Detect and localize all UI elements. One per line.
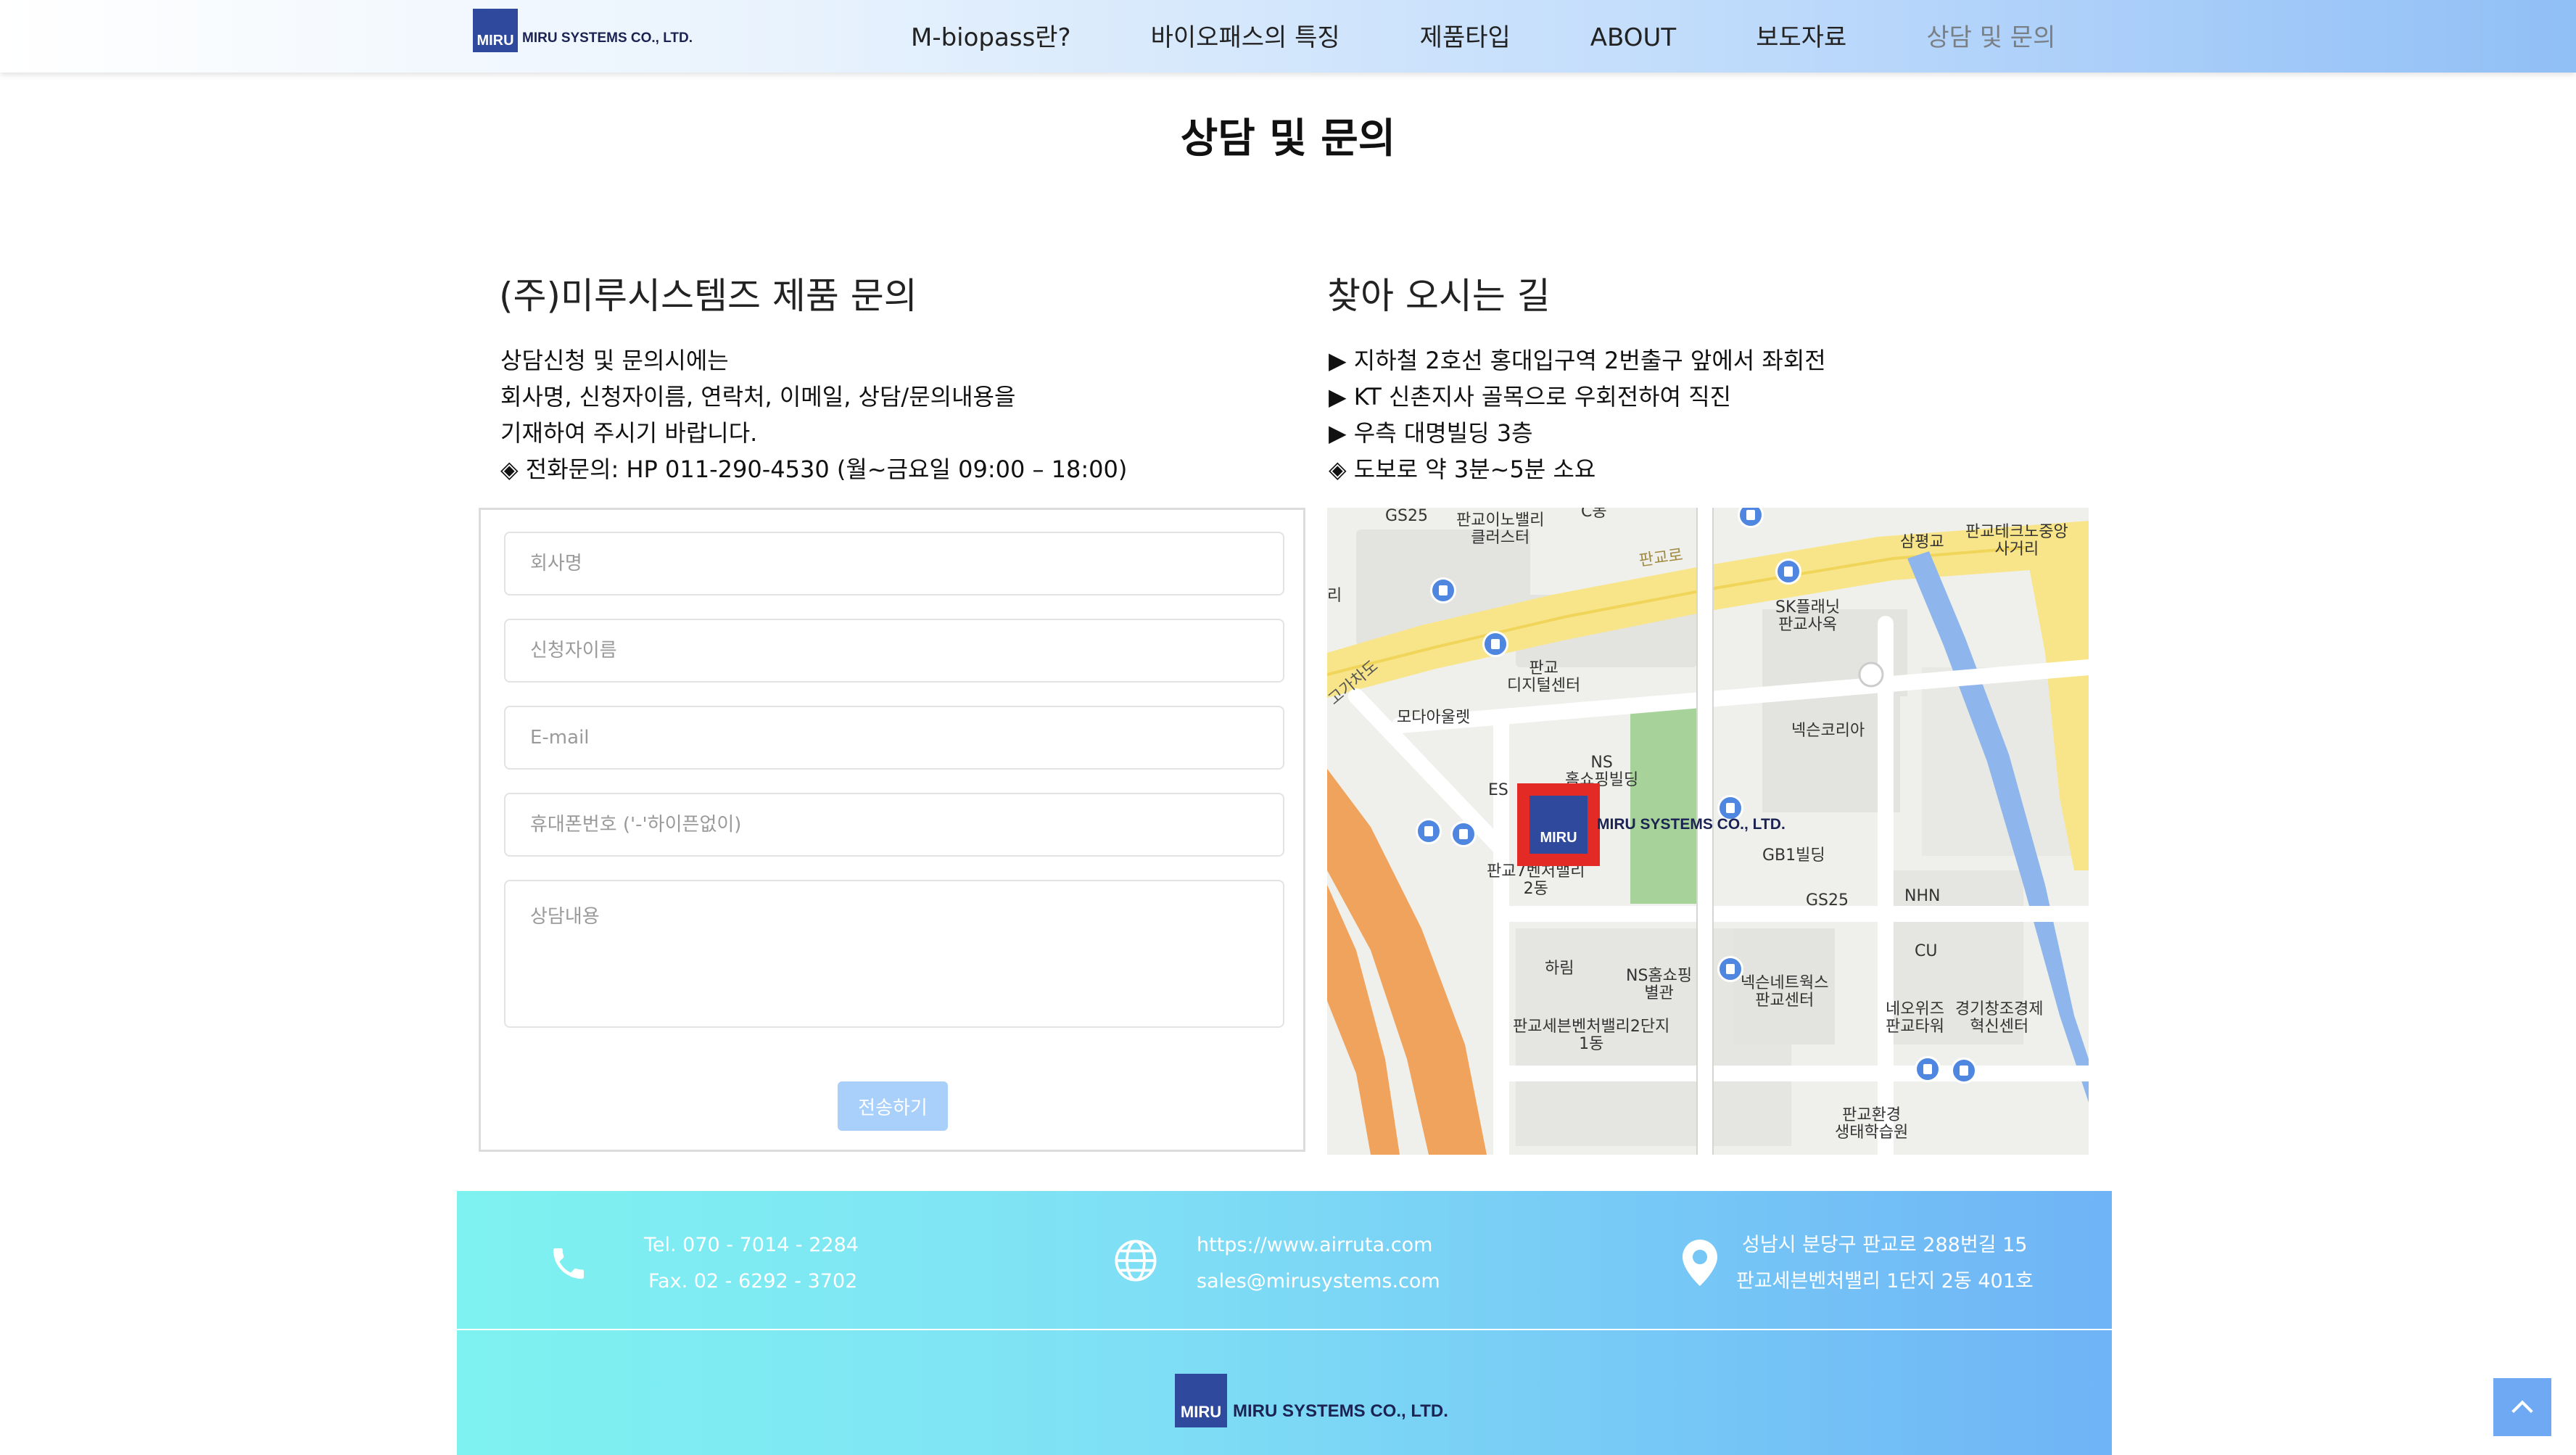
footer-logo-mark: MIRU [1175, 1374, 1227, 1427]
inquiry-line: 기재하여 주시기 바랍니다. [500, 419, 758, 447]
directions-line: ▶ KT 신촌지사 골목으로 우회전하여 직진 [1329, 383, 1732, 411]
directions-line: ▶ 우측 대명빌딩 3층 [1329, 419, 1533, 447]
bus-stop-icon [1951, 1058, 1977, 1084]
inquiry-form: 전송하기 [479, 508, 1305, 1152]
footer-tel: Tel. 070 - 7014 - 2284 [644, 1234, 859, 1256]
footer-brand-bar: MIRU MIRU SYSTEMS CO., LTD. [457, 1330, 2112, 1455]
map-label: CU [1915, 942, 1938, 960]
map-label: 판교이노밸리 클러스터 [1456, 511, 1545, 547]
map-label: 판교환경 생태학습원 [1835, 1106, 1909, 1142]
map-label: NHN [1904, 887, 1941, 905]
company-input[interactable] [504, 532, 1284, 595]
nav-item-inquiry[interactable]: 상담 및 문의 [1926, 17, 2055, 58]
map-label: GS25 [1385, 508, 1429, 525]
inquiry-phone-line: ◈ 전화문의: HP 011-290-4530 (월~금요일 09:00 – 1… [500, 456, 1128, 483]
email-input[interactable] [504, 706, 1284, 770]
bus-stop-icon [1450, 821, 1477, 847]
marker-logo-mark: MIRU [1530, 796, 1588, 854]
bus-stop-icon [1430, 577, 1456, 603]
footer-email-link[interactable]: sales@mirusystems.com [1197, 1264, 1440, 1300]
map-label: 경기창조경제 혁신센터 [1955, 1000, 2044, 1036]
name-input[interactable] [504, 619, 1284, 683]
company-location-marker[interactable]: MIRU MIRU SYSTEMS CO., LTD. [1517, 783, 1786, 866]
submit-button[interactable]: 전송하기 [838, 1081, 948, 1131]
map-label: 리 [1327, 587, 1342, 605]
footer-fax: Fax. 02 - 6292 - 3702 [648, 1270, 858, 1293]
site-header: MIRU MIRU SYSTEMS CO., LTD. M-biopass란? … [0, 0, 2576, 73]
page-title: 상담 및 문의 [1180, 115, 1396, 162]
message-textarea[interactable] [504, 880, 1284, 1028]
bus-stop-icon [1416, 818, 1442, 844]
map-label: 삼평교 [1900, 533, 1944, 551]
map-label: C동 [1581, 508, 1607, 521]
bus-stop-icon [1482, 631, 1508, 657]
logo-mark: MIRU [473, 9, 518, 52]
nav-item-product-type[interactable]: 제품타입 [1420, 17, 1511, 58]
directions-line: ◈ 도보로 약 3분~5분 소요 [1329, 456, 1596, 483]
map-label: 넥슨네트웍스 판교센터 [1741, 974, 1829, 1010]
map-label: 넥슨코리아 [1791, 722, 1865, 740]
inquiry-title: (주)미루시스템즈 제품 문의 [499, 275, 917, 317]
footer-logo-text: MIRU SYSTEMS CO., LTD. [1233, 1401, 1448, 1421]
nav-item-press[interactable]: 보도자료 [1756, 17, 1846, 58]
map-label: 모다아울렛 [1397, 709, 1471, 727]
bus-stop-icon [1775, 558, 1801, 585]
nav-item-features[interactable]: 바이오패스의 특징 [1151, 17, 1340, 58]
marker-logo-text: MIRU SYSTEMS CO., LTD. [1597, 816, 1786, 833]
scroll-to-top-button[interactable] [2493, 1378, 2551, 1436]
phone-icon [548, 1240, 589, 1290]
map-label: 판교테크노중앙 사거리 [1965, 523, 2068, 558]
footer-website-link[interactable]: https://www.airruta.com [1197, 1227, 1432, 1264]
globe-icon [1112, 1237, 1159, 1287]
bus-stop-icon [1915, 1056, 1941, 1082]
inquiry-line: 상담신청 및 문의시에는 [500, 347, 729, 374]
location-pin-icon [1683, 1239, 1717, 1290]
directions-line: ▶ 지하철 2호선 홍대입구역 2번출구 앞에서 좌회전 [1329, 347, 1826, 374]
map-label: NS홈쇼핑 별관 [1626, 967, 1693, 1002]
nav-item-about[interactable]: ABOUT [1590, 17, 1676, 58]
inquiry-line: 회사명, 신청자이름, 연락처, 이메일, 상담/문의내용을 [500, 383, 1016, 411]
directions-title: 찾아 오시는 길 [1327, 275, 1551, 317]
footer-address-line2: 판교세븐벤처밸리 1단지 2동 401호 [1736, 1270, 2034, 1293]
location-map[interactable]: GS25 판교이노밸리 클러스터 C동 판교로 삼평교 판교테크노중앙 사거리 … [1327, 508, 2089, 1155]
map-label: ES [1488, 781, 1508, 799]
map-label: 판교세븐벤처밸리2단지 1동 [1513, 1018, 1670, 1053]
map-label: SK플래닛 판교사옥 [1775, 598, 1841, 634]
footer-logo[interactable]: MIRU MIRU SYSTEMS CO., LTD. [1175, 1374, 1448, 1427]
nav-item-m-biopass[interactable]: M-biopass란? [911, 17, 1071, 58]
logo-text: MIRU SYSTEMS CO., LTD. [522, 30, 693, 46]
marker-box: MIRU [1517, 783, 1600, 866]
header-logo[interactable]: MIRU MIRU SYSTEMS CO., LTD. [473, 9, 693, 52]
map-label: 판교 디지털센터 [1507, 659, 1581, 695]
main-nav: M-biopass란? 바이오패스의 특징 제품타입 ABOUT 보도자료 상담… [911, 17, 2055, 58]
footer-contact-bar: Tel. 070 - 7014 - 2284 Fax. 02 - 6292 - … [457, 1191, 2112, 1329]
map-label: 판교7벤처밸리 2동 [1487, 862, 1585, 898]
footer-address-line1: 성남시 분당구 판교로 288번길 15 [1742, 1234, 2028, 1256]
phone-input[interactable] [504, 793, 1284, 857]
map-label: 하림 [1545, 960, 1574, 978]
map-label: GS25 [1806, 891, 1849, 910]
chevron-up-icon [2511, 1400, 2533, 1414]
map-label: 네오위즈 판교타워 [1886, 1000, 1944, 1036]
bus-stop-icon [1717, 956, 1743, 982]
